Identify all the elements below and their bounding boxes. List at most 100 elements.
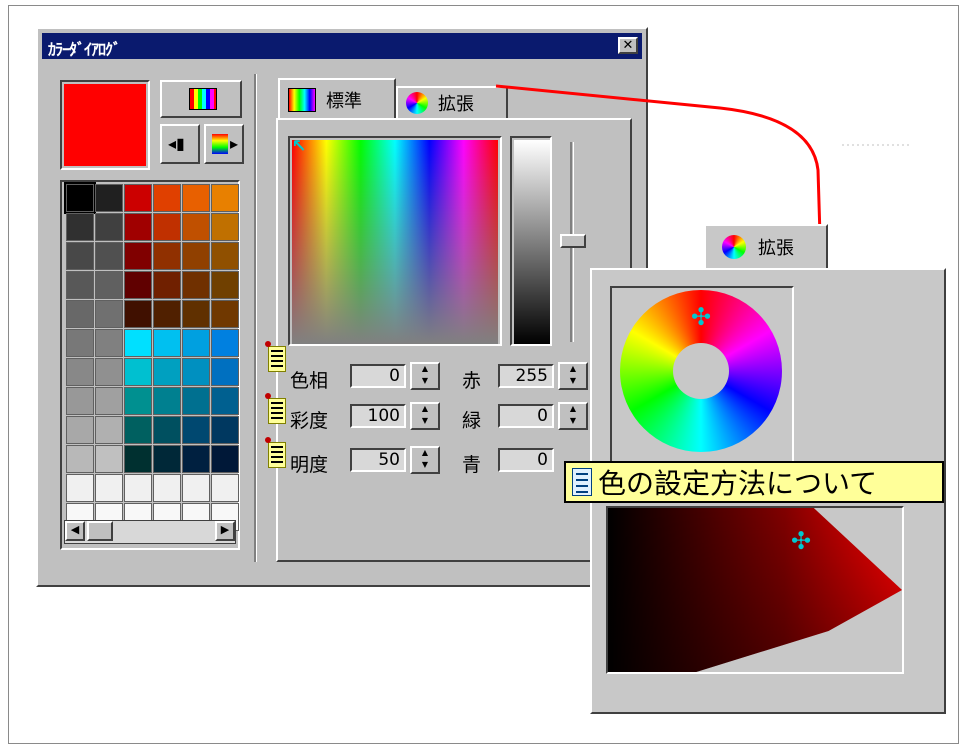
color-swatch[interactable] [95,358,123,386]
saturation-field[interactable]: 100 [350,404,406,428]
color-swatch[interactable] [182,445,210,473]
palette-grid-icon [189,88,217,110]
color-swatch[interactable] [182,271,210,299]
color-swatch[interactable] [211,329,239,357]
color-swatch[interactable] [124,300,152,328]
red-spinner[interactable]: ▲ ▼ [558,362,588,390]
color-swatch[interactable] [124,474,152,502]
color-swatch[interactable] [153,416,181,444]
color-swatch[interactable] [95,213,123,241]
color-swatch[interactable] [211,387,239,415]
green-spinner[interactable]: ▲ ▼ [558,402,588,430]
color-swatch[interactable] [153,184,181,212]
hue-saturation-field[interactable] [292,140,498,344]
color-swatch[interactable] [153,242,181,270]
color-swatch[interactable] [95,271,123,299]
color-swatch[interactable] [124,416,152,444]
swatch-grid [64,182,242,531]
color-swatch[interactable] [211,271,239,299]
color-swatch[interactable] [66,271,94,299]
color-swatch[interactable] [66,300,94,328]
color-swatch[interactable] [182,329,210,357]
color-swatch[interactable] [182,300,210,328]
popup-tab-label: 拡張 [758,238,794,259]
color-swatch[interactable] [95,387,123,415]
hue-field[interactable]: 0 [350,364,406,388]
close-button[interactable]: ✕ [618,37,638,54]
hue-spinner[interactable]: ▲ ▼ [410,362,440,390]
color-swatch[interactable] [211,416,239,444]
color-swatch[interactable] [124,184,152,212]
color-swatch[interactable] [124,329,152,357]
color-swatch[interactable] [124,213,152,241]
color-swatch[interactable] [124,242,152,270]
color-swatch[interactable] [153,445,181,473]
color-swatch[interactable] [95,242,123,270]
color-swatch[interactable] [66,416,94,444]
color-swatch[interactable] [64,182,96,214]
color-swatch[interactable] [153,271,181,299]
color-swatch[interactable] [211,242,239,270]
color-swatch[interactable] [95,416,123,444]
lightness-spinner[interactable]: ▲ ▼ [410,446,440,474]
color-swatch[interactable] [153,213,181,241]
saturation-help-icon[interactable] [265,393,286,424]
color-swatch[interactable] [124,358,152,386]
hue-help-icon[interactable] [265,341,286,372]
color-swatch[interactable] [182,213,210,241]
pick-color-left-button[interactable]: ◂▮ [160,124,200,164]
color-swatch[interactable] [182,358,210,386]
color-swatch[interactable] [95,445,123,473]
color-swatch[interactable] [95,474,123,502]
color-swatch[interactable] [182,416,210,444]
color-swatch[interactable] [124,387,152,415]
color-swatch[interactable] [66,387,94,415]
palette-button[interactable] [160,80,242,118]
color-swatch[interactable] [66,213,94,241]
pick-color-right-button[interactable]: ▸ [204,124,244,164]
green-field[interactable]: 0 [498,404,554,428]
color-swatch[interactable] [211,213,239,241]
color-swatch[interactable] [182,474,210,502]
color-swatch[interactable] [182,242,210,270]
blue-field[interactable]: 0 [498,448,554,472]
color-swatch[interactable] [95,184,123,212]
lightness-field[interactable]: 50 [350,448,406,472]
color-swatch[interactable] [66,474,94,502]
red-field[interactable]: 255 [498,364,554,388]
saturation-spinner[interactable]: ▲ ▼ [410,402,440,430]
tab-extended[interactable]: 拡張 [396,86,508,120]
color-swatch[interactable] [124,271,152,299]
color-swatch[interactable] [182,184,210,212]
color-swatch[interactable] [95,329,123,357]
color-swatch[interactable] [153,329,181,357]
color-swatch[interactable] [211,300,239,328]
color-swatch[interactable] [66,358,94,386]
color-swatch[interactable] [153,387,181,415]
color-swatch[interactable] [153,300,181,328]
scroll-thumb[interactable] [87,521,113,541]
color-wheel-icon [406,92,428,114]
color-swatch[interactable] [66,445,94,473]
luminance-bar[interactable] [514,140,550,344]
color-swatch[interactable] [211,358,239,386]
color-swatch[interactable] [66,242,94,270]
title-bar: ｶﾗｰﾀﾞｲｱﾛｸﾞ ✕ [42,33,642,59]
horizontal-scrollbar[interactable]: ◀ ▶ [64,520,236,544]
color-swatch[interactable] [153,474,181,502]
color-swatch[interactable] [211,445,239,473]
tab-standard[interactable]: 標準 [278,78,396,120]
color-swatch[interactable] [211,184,239,212]
popup-tab-extended[interactable]: 拡張 [704,224,828,270]
scroll-right-button[interactable]: ▶ [215,521,235,541]
color-swatch[interactable] [182,387,210,415]
color-swatch[interactable] [153,358,181,386]
help-callout[interactable]: 色の設定方法について [564,461,944,503]
luminance-slider-thumb[interactable] [560,234,586,248]
scroll-left-button[interactable]: ◀ [65,521,85,541]
color-swatch[interactable] [66,329,94,357]
color-swatch[interactable] [95,300,123,328]
color-swatch[interactable] [124,445,152,473]
color-swatch[interactable] [211,474,239,502]
lightness-help-icon[interactable] [265,437,286,468]
